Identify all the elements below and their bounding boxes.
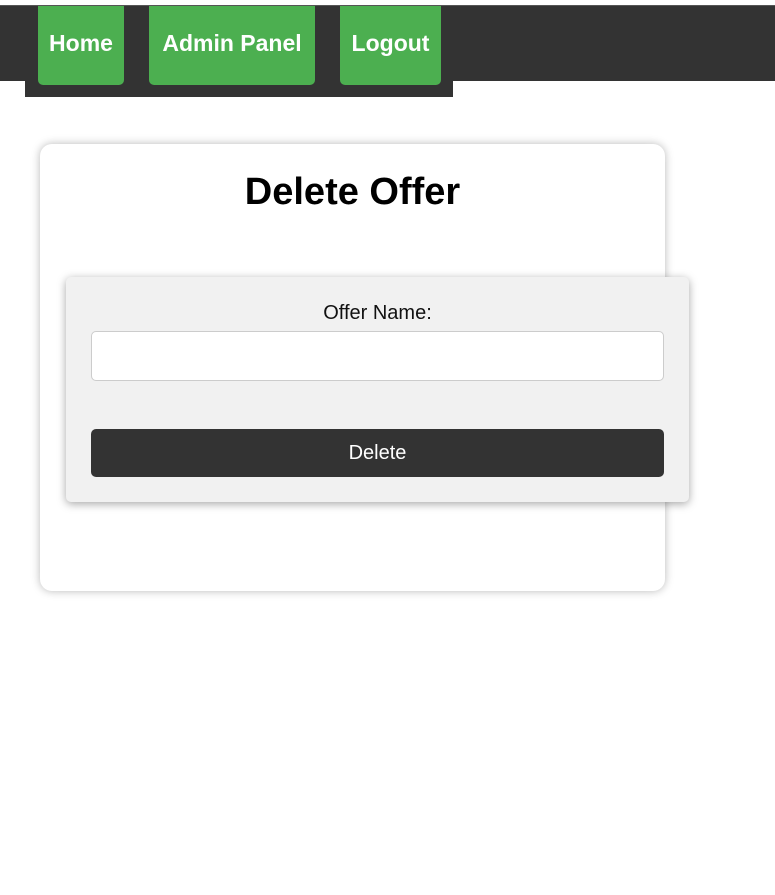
- delete-button[interactable]: Delete: [91, 429, 664, 477]
- nav-admin-panel-link[interactable]: Admin Panel: [149, 6, 315, 85]
- nav-logout-link[interactable]: Logout: [340, 6, 441, 85]
- offer-name-label: Offer Name:: [323, 302, 432, 324]
- nav-home-link[interactable]: Home: [38, 6, 124, 85]
- page-title: Delete Offer: [244, 171, 461, 213]
- delete-offer-form: Offer Name: Delete: [66, 277, 689, 502]
- offer-name-input[interactable]: [91, 331, 664, 381]
